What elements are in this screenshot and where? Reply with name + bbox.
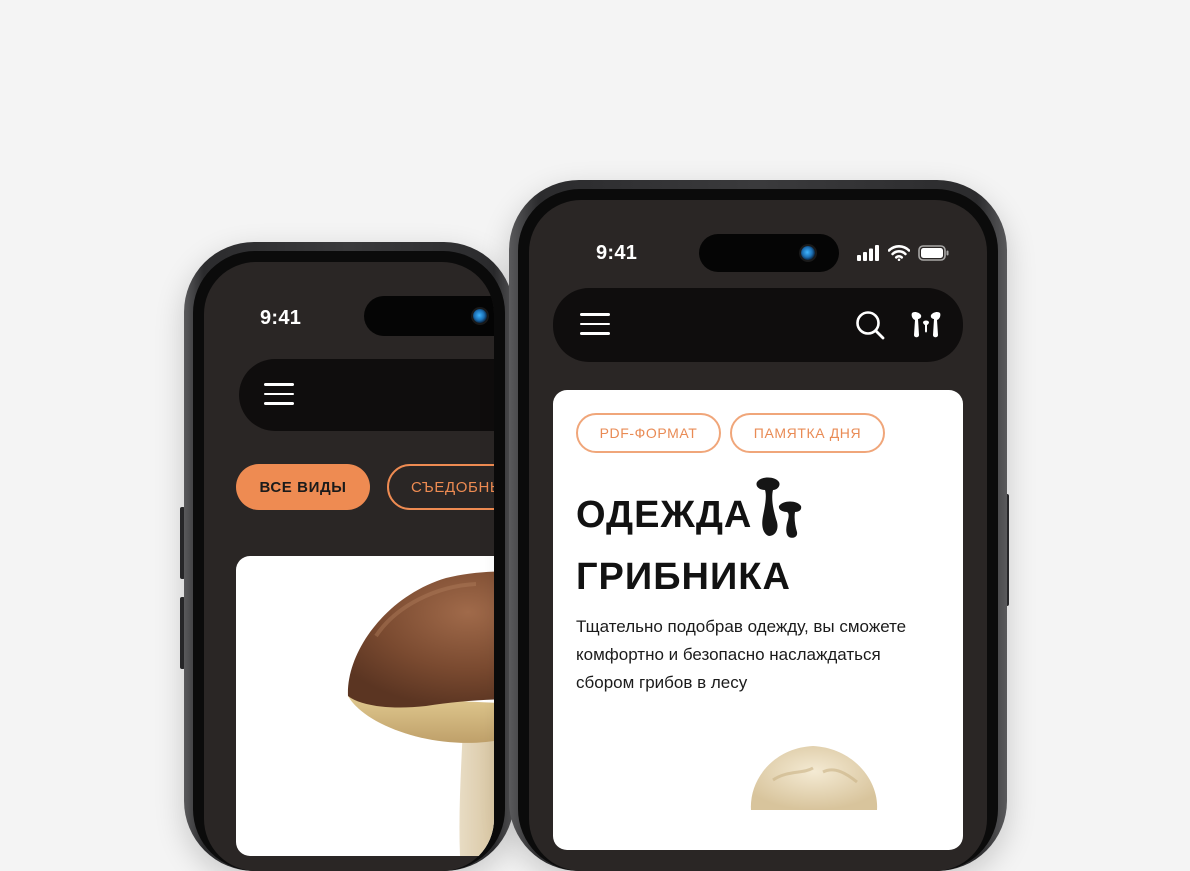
top-navbar [239, 359, 494, 431]
front-phone-screen: 9:41 PDF-ФОРМАТ ПАМЯТКА ДНЯ ОДЕЖДА ГРИБН… [529, 200, 987, 871]
search-icon[interactable] [855, 310, 885, 340]
front-phone: 9:41 PDF-ФОРМАТ ПАМЯТКА ДНЯ ОДЕЖДА ГРИБН… [509, 180, 1009, 871]
description-line: комфортно и безопасно наслаждаться [576, 645, 881, 664]
article-title-line-2: ГРИБНИКА [576, 556, 791, 598]
status-time: 9:41 [260, 307, 302, 329]
mushroom-illustration-icon [756, 477, 802, 538]
filter-chip-all-kinds[interactable]: ВСЕ ВИДЫ [236, 464, 370, 510]
dynamic-island [699, 234, 839, 272]
hamburger-menu-icon[interactable] [580, 313, 610, 335]
status-time: 9:41 [596, 242, 638, 264]
tag-pdf-format[interactable]: PDF-ФОРМАТ [576, 413, 721, 453]
wifi-icon [888, 245, 910, 261]
article-card: PDF-ФОРМАТ ПАМЯТКА ДНЯ ОДЕЖДА ГРИБНИКА Т… [553, 390, 963, 850]
front-camera-icon [801, 246, 815, 260]
mushroom-logo-icon[interactable] [910, 309, 942, 341]
battery-icon [918, 245, 949, 261]
description-line: Тщательно подобрав одежду, вы сможете [576, 617, 907, 636]
tag-memo-of-day[interactable]: ПАМЯТКА ДНЯ [730, 413, 885, 453]
back-phone: 9:41 ВСЕ ВИДЫ СЪЕДОБНЫ [180, 242, 514, 871]
mushroom-card[interactable] [236, 556, 494, 856]
description-line: сбором грибов в лесу [576, 673, 748, 692]
filter-chip-edible[interactable]: СЪЕДОБНЫ [387, 464, 494, 510]
article-description: Тщательно подобрав одежду, вы сможете ко… [576, 613, 956, 697]
back-phone-screen: 9:41 ВСЕ ВИДЫ СЪЕДОБНЫ [204, 262, 494, 871]
front-camera-icon [473, 309, 487, 323]
cellular-signal-icon [857, 245, 879, 261]
article-title-line-1: ОДЕЖДА [576, 494, 753, 536]
porcini-mushroom-illustration [347, 571, 494, 856]
hamburger-menu-icon[interactable] [264, 383, 294, 405]
top-navbar [553, 288, 963, 362]
mushroom-photo-preview [750, 746, 878, 810]
